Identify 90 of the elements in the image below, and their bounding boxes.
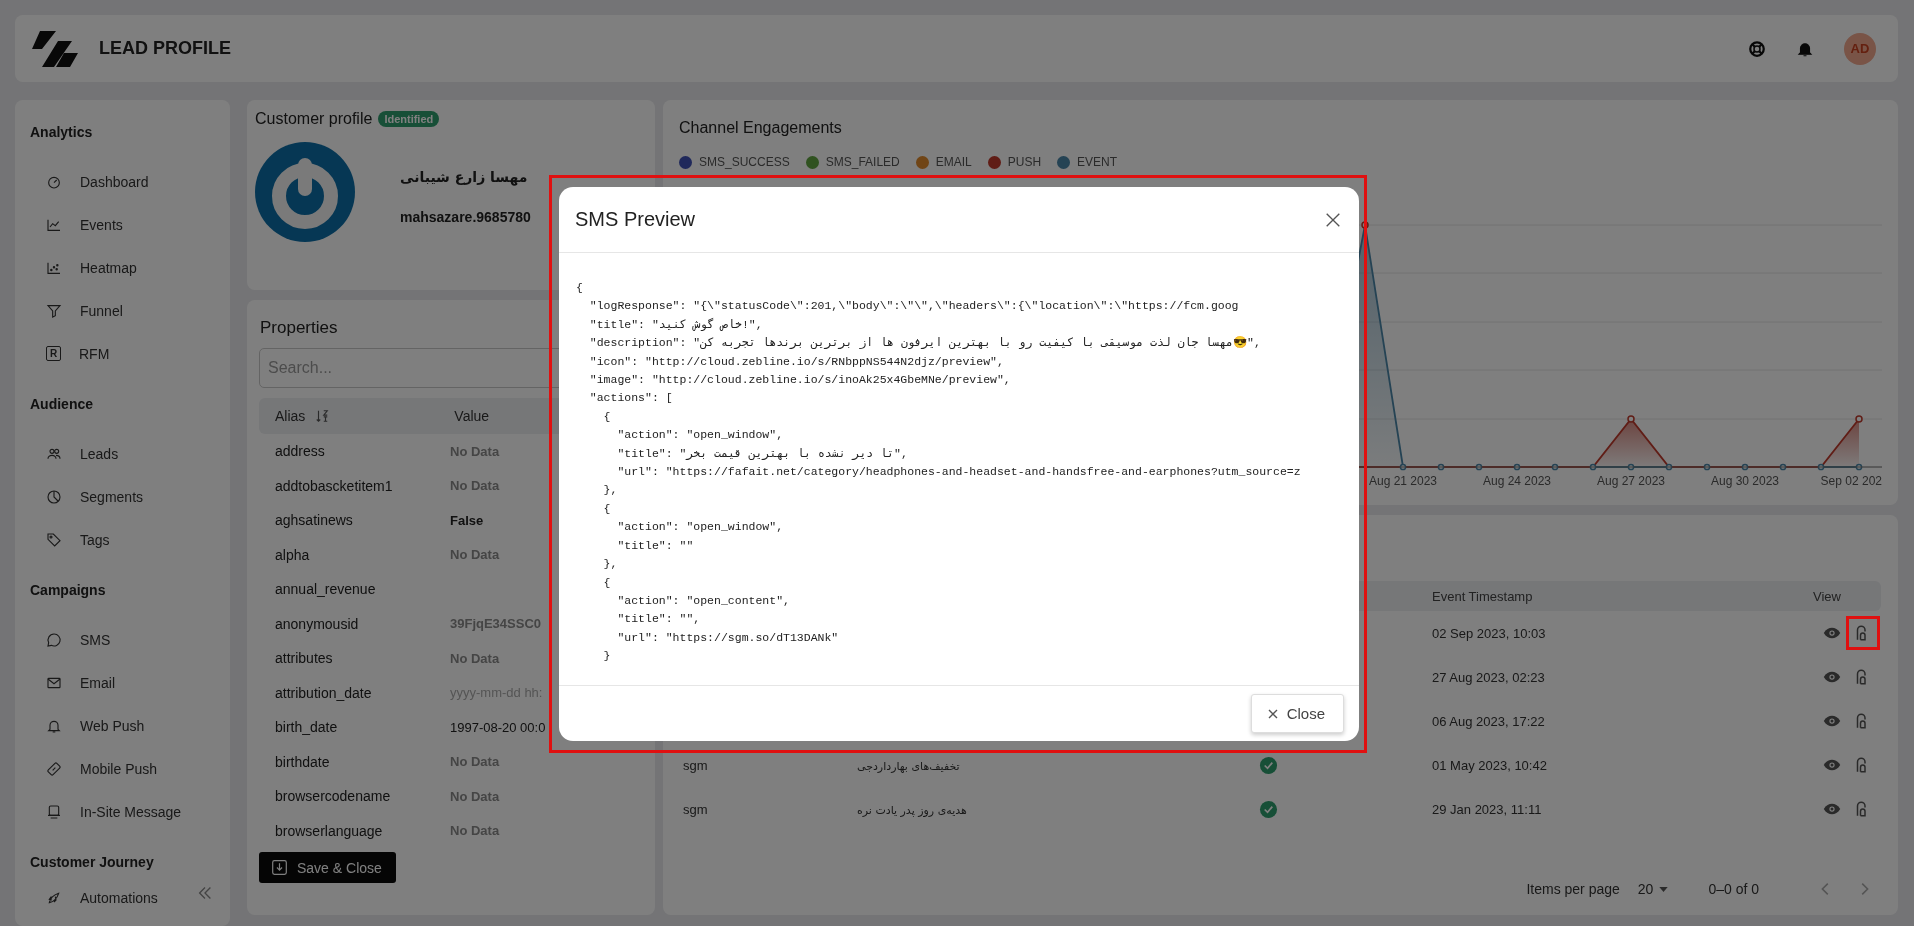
nav-item[interactable]: Dashboard xyxy=(30,160,149,203)
close-button[interactable]: Close xyxy=(1250,694,1344,733)
nav-item[interactable]: Segments xyxy=(30,475,144,518)
column-header[interactable]: Alias xyxy=(275,408,306,424)
power-avatar-icon xyxy=(255,142,355,242)
axis-label: Aug 21 2023 xyxy=(1368,474,1438,488)
download-icon xyxy=(271,859,288,876)
chat-bubble-icon xyxy=(46,631,62,648)
property-name: addtobascketitem1 xyxy=(275,477,394,494)
property-name: attribution_date xyxy=(275,684,373,701)
axis-label: Aug 24 2023 xyxy=(1482,474,1552,488)
customer-username: mahsazare.9685780 xyxy=(400,209,531,225)
property-name: aghsatinews xyxy=(275,512,354,529)
nav-item[interactable]: Heatmap xyxy=(30,246,137,289)
nav-item[interactable]: Email xyxy=(30,661,115,704)
page-range: 0–0 of 0 xyxy=(1708,881,1759,897)
table-cell: 01 May 2023, 10:42 xyxy=(1432,757,1547,773)
dialog-title: SMS Preview xyxy=(575,208,696,231)
property-value: No Data xyxy=(450,547,500,563)
property-name: address xyxy=(275,443,326,460)
nav-item[interactable]: Mobile Push xyxy=(30,747,158,790)
table-cell: sgm xyxy=(683,757,708,773)
property-name: attributes xyxy=(275,650,334,667)
screen-icon xyxy=(46,803,62,820)
logo-icon xyxy=(30,28,80,69)
funnel-icon xyxy=(46,302,62,319)
property-value: No Data xyxy=(450,823,500,839)
tag-icon xyxy=(46,531,62,548)
caret-icon xyxy=(1659,886,1669,892)
table-cell: sgm xyxy=(683,801,708,817)
save-close-button[interactable]: Save & Close xyxy=(259,852,396,883)
table-cell: هدیه‌ی روز پدر یادت نره xyxy=(857,803,967,817)
legend-label[interactable]: SMS_FAILED xyxy=(825,155,900,169)
property-value: No Data xyxy=(450,650,500,666)
nav-item[interactable]: Tags xyxy=(30,518,110,561)
card-title: Channel Engagements xyxy=(679,119,842,136)
legend-label[interactable]: EMAIL xyxy=(935,155,972,169)
property-name: alpha xyxy=(275,546,311,563)
property-value: 39FjqE34SSC0 xyxy=(450,616,542,632)
property-name: birth_date xyxy=(275,719,339,736)
column-header: View xyxy=(1812,588,1842,604)
nav-item[interactable]: Automations xyxy=(30,890,158,916)
pager-label: Items per page xyxy=(1526,881,1620,897)
nav-item[interactable]: Events xyxy=(30,203,123,246)
column-header: Value xyxy=(454,408,490,424)
table-cell: 06 Aug 2023, 17:22 xyxy=(1432,713,1545,729)
property-name: browsercodename xyxy=(275,788,392,805)
column-header: Event Timestamp xyxy=(1432,588,1534,604)
section-heading: Campaigns xyxy=(30,581,107,600)
customer-name: مهسا زارع شیبانی xyxy=(400,169,529,185)
table-cell: 27 Aug 2023, 02:23 xyxy=(1432,669,1545,685)
table-cell: 29 Jan 2023, 11:11 xyxy=(1432,801,1542,817)
legend-label[interactable]: EVENT xyxy=(1077,155,1118,169)
property-value: No Data xyxy=(450,754,500,770)
section-heading: Analytics xyxy=(30,123,94,142)
table-cell: 02 Sep 2023, 10:03 xyxy=(1432,625,1546,641)
sort-icon[interactable] xyxy=(315,409,330,423)
page-title: LEAD PROFILE xyxy=(99,38,231,59)
property-value: False xyxy=(450,512,484,528)
property-name: birthdate xyxy=(275,753,331,770)
section-heading: Audience xyxy=(30,395,94,414)
status-badge: Identified xyxy=(378,111,440,127)
nav-item[interactable]: In-Site Message xyxy=(30,790,182,833)
property-name: anonymousid xyxy=(275,615,360,632)
property-name: browserlanguage xyxy=(275,822,384,839)
card-title: Properties xyxy=(260,318,338,338)
letter-icon: R xyxy=(46,346,61,361)
nav-item[interactable]: Web Push xyxy=(30,704,145,747)
property-value: No Data xyxy=(450,788,500,804)
property-value: No Data xyxy=(450,478,500,494)
axis-label: Aug 30 2023 xyxy=(1710,474,1780,488)
phone-icon xyxy=(46,760,62,777)
legend-label[interactable]: SMS_SUCCESS xyxy=(699,155,790,169)
property-name: annual_revenue xyxy=(275,581,377,598)
nav-item[interactable]: Funnel xyxy=(30,289,123,332)
section-heading: Customer Journey xyxy=(30,853,155,872)
property-value: No Data xyxy=(450,443,500,459)
nav-item[interactable]: R RFM xyxy=(30,332,110,375)
close-icon xyxy=(1267,708,1278,719)
property-value: 1997-08-20 00:0 xyxy=(450,719,546,735)
card-title: Customer profile xyxy=(255,110,373,128)
axis-label: Sep 02 202 xyxy=(1820,474,1882,488)
nav-item[interactable]: SMS xyxy=(30,618,111,661)
page-size-select[interactable]: 20 xyxy=(1637,881,1669,897)
legend-label[interactable]: PUSH xyxy=(1007,155,1042,169)
table-cell: تخفیف‌های بهارداردجی xyxy=(857,759,960,773)
lifebuoy-icon[interactable] xyxy=(1748,39,1766,58)
nav-item[interactable]: Leads xyxy=(30,432,119,475)
axis-label: Aug 27 2023 xyxy=(1596,474,1666,488)
pie-chart-icon xyxy=(46,488,62,505)
